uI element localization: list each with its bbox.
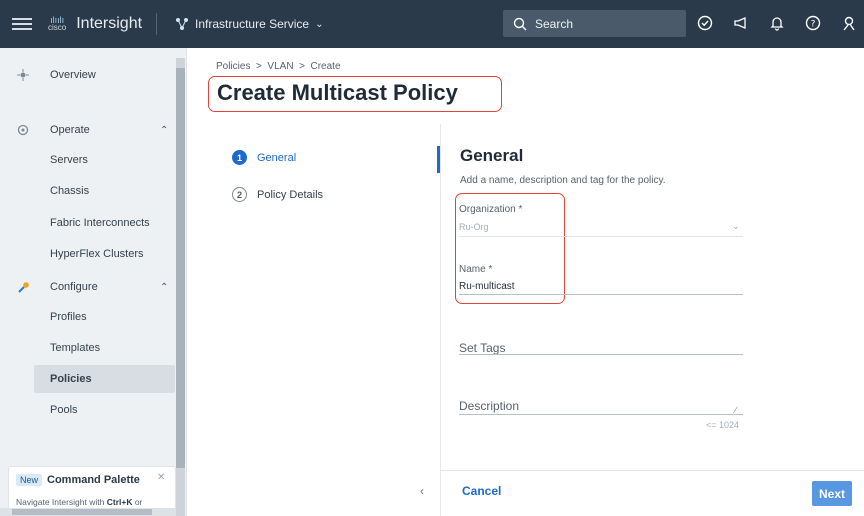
nav-servers[interactable]: Servers: [0, 146, 175, 174]
chevron-up-icon: ⌃: [160, 124, 169, 136]
check-circle-icon[interactable]: [694, 12, 716, 34]
command-palette-title: Command Palette: [47, 474, 140, 486]
cancel-button[interactable]: Cancel: [462, 484, 501, 498]
chevron-up-icon: ⌃: [160, 281, 169, 293]
active-step-indicator: [437, 146, 440, 173]
configure-icon: [16, 280, 30, 294]
bell-icon[interactable]: [766, 12, 788, 34]
help-icon[interactable]: ?: [802, 12, 824, 34]
overview-icon: [16, 68, 30, 82]
search-box[interactable]: Search: [503, 10, 686, 37]
user-icon[interactable]: [838, 12, 860, 34]
megaphone-icon[interactable]: [730, 12, 752, 34]
search-icon: [513, 17, 527, 30]
name-underline: [459, 294, 743, 295]
form-subtitle: Add a name, description and tag for the …: [460, 175, 666, 186]
brand-name: Intersight: [76, 15, 143, 32]
menu-icon[interactable]: [12, 18, 32, 30]
nav-hyperflex-clusters[interactable]: HyperFlex Clusters: [0, 240, 175, 268]
search-label: Search: [535, 16, 574, 31]
nav-operate[interactable]: Operate ⌃: [0, 116, 175, 144]
name-input[interactable]: Ru-multicast: [459, 281, 515, 292]
chevron-down-icon[interactable]: ⌄: [732, 221, 740, 232]
divider: [156, 13, 158, 35]
step-label: Policy Details: [257, 188, 324, 201]
nav-overview[interactable]: Overview: [0, 61, 175, 89]
nav-templates[interactable]: Templates: [0, 334, 175, 362]
nav-profiles[interactable]: Profiles: [0, 303, 175, 331]
tags-input[interactable]: Set Tags: [459, 341, 505, 355]
next-button[interactable]: Next: [812, 481, 852, 506]
tags-underline: [459, 354, 743, 355]
nav-policies[interactable]: Policies: [34, 365, 175, 393]
top-bar: ılıılı cisco Intersight Infrastructure S…: [0, 0, 864, 48]
close-icon[interactable]: ✕: [157, 472, 165, 483]
description-underline: [459, 414, 743, 415]
collapse-stepper-icon[interactable]: ‹: [420, 484, 424, 498]
nav-scrollbar-thumb[interactable]: [176, 68, 185, 468]
step-number: 2: [232, 187, 247, 202]
nav-fabric-interconnects[interactable]: Fabric Interconnects: [0, 209, 175, 237]
chevron-down-icon: ⌄: [315, 18, 324, 30]
svg-text:?: ?: [811, 20, 816, 30]
step-general[interactable]: 1 General: [232, 150, 296, 165]
page-title: Create Multicast Policy: [217, 80, 458, 105]
nav-chassis[interactable]: Chassis: [0, 177, 175, 205]
name-label: Name *: [459, 264, 493, 275]
breadcrumb[interactable]: Policies > VLAN > Create: [216, 61, 341, 72]
nav-pools[interactable]: Pools: [0, 396, 175, 424]
service-label: Infrastructure Service: [195, 17, 310, 31]
description-counter: <= 1024: [706, 420, 740, 430]
new-badge: New: [16, 474, 43, 486]
organization-underline: [459, 236, 743, 237]
organization-label: Organization *: [459, 204, 523, 215]
form-title: General: [460, 146, 524, 165]
step-number: 1: [232, 150, 247, 165]
infrastructure-icon: [176, 18, 189, 30]
command-palette-description: Navigate Intersight with Ctrl+K or: [16, 497, 143, 507]
operate-icon: [16, 123, 30, 137]
footer-divider: [441, 470, 864, 471]
cisco-logo: ılıılı cisco: [48, 15, 67, 32]
organization-select[interactable]: Ru-Org: [459, 222, 489, 232]
step-policy-details[interactable]: 2 Policy Details: [232, 187, 323, 202]
nav-configure[interactable]: Configure ⌃: [0, 273, 175, 301]
description-input[interactable]: Description: [459, 399, 519, 413]
left-nav: Overview Operate ⌃ Servers Chassis Fabri…: [0, 48, 187, 516]
nav-hscrollbar-thumb[interactable]: [12, 509, 152, 515]
service-selector[interactable]: Infrastructure Service ⌄: [175, 17, 323, 31]
step-label: General: [257, 151, 297, 164]
wizard-stepper: 1 General 2 Policy Details: [215, 124, 441, 516]
